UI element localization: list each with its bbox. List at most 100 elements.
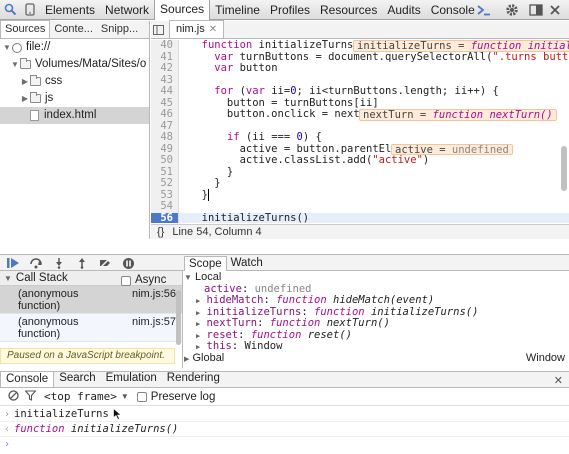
preserve-log-checkbox[interactable]: [136, 391, 147, 402]
expanded-triangle-icon[interactable]: ▼: [4, 271, 12, 285]
scope-variables: ▼ Local active: undefined ▶ hideMatch: f…: [184, 271, 569, 365]
step-into-icon[interactable]: [49, 255, 69, 271]
tab-watch[interactable]: Watch: [227, 256, 267, 271]
code-line: 50 active.classList.add("active"): [151, 154, 569, 167]
tree-item-css-folder[interactable]: ▶ css: [0, 73, 149, 90]
nav-tab-content-scripts[interactable]: Conte...: [50, 21, 97, 38]
scope-property[interactable]: ▶ nextTurn: function nextTurn(): [184, 317, 569, 330]
clear-console-icon[interactable]: [8, 389, 19, 404]
mouse-cursor-icon: [113, 408, 122, 420]
device-mode-icon[interactable]: [20, 0, 40, 20]
collapsed-triangle-icon[interactable]: ▶: [20, 90, 30, 107]
scope-global-header[interactable]: ▶ Global Window: [184, 351, 569, 365]
console-drawer-icon[interactable]: [476, 0, 492, 20]
console-input-text: initializeTurns: [14, 407, 109, 420]
step-over-icon[interactable]: [26, 255, 46, 271]
drawer-tab-emulation[interactable]: Emulation: [101, 371, 162, 387]
editor-file-tab-label: nim.js: [176, 23, 205, 35]
expanded-triangle-icon[interactable]: ▼: [184, 273, 192, 282]
drawer-tab-console[interactable]: Console: [0, 371, 55, 387]
current-execution-line: 56 initializeTurns(): [151, 212, 569, 223]
line-number[interactable]: 48: [151, 131, 179, 144]
console-output: › initializeTurns ‹ function initializeT…: [0, 407, 569, 454]
collapsed-triangle-icon[interactable]: ▶: [20, 73, 30, 90]
line-number[interactable]: 40: [151, 40, 179, 52]
nav-tab-snippets[interactable]: Snipp...: [97, 21, 142, 38]
call-stack-pane: ▼ Call Stack Async (anonymous function) …: [0, 271, 183, 368]
scope-global-value: Window: [525, 351, 565, 364]
collapsed-triangle-icon[interactable]: ▶: [184, 356, 189, 363]
toggle-navigator-icon[interactable]: [151, 21, 165, 38]
drawer-tab-rendering[interactable]: Rendering: [162, 371, 225, 387]
deactivate-breakpoints-icon[interactable]: [95, 255, 115, 271]
console-prompt-line[interactable]: ›: [0, 437, 569, 452]
nav-tab-sources[interactable]: Sources: [0, 20, 51, 38]
editor-file-tab[interactable]: nim.js ✕: [169, 20, 225, 38]
frame-name-cont: function): [18, 300, 61, 312]
input-echo-icon: ›: [3, 408, 11, 420]
async-checkbox[interactable]: [121, 275, 131, 286]
expanded-triangle-icon[interactable]: ▼: [10, 56, 20, 73]
expanded-triangle-icon[interactable]: ▼: [2, 39, 12, 56]
tab-elements[interactable]: Elements: [40, 0, 100, 20]
chevron-down-icon[interactable]: ▼: [121, 392, 129, 401]
call-frame[interactable]: (anonymous function) nim.js:57: [0, 314, 182, 342]
dock-side-icon[interactable]: [529, 0, 543, 20]
tree-item-volumes-folder[interactable]: ▼ Volumes/Mata/Sites/o: [0, 56, 149, 73]
frame-location[interactable]: nim.js:56: [132, 288, 176, 300]
settings-gear-icon[interactable]: [505, 0, 519, 20]
tab-resources[interactable]: Resources: [315, 0, 382, 20]
folder-icon: [30, 75, 41, 86]
tab-console[interactable]: Console: [426, 0, 480, 20]
pause-on-exceptions-icon[interactable]: [118, 255, 138, 271]
close-drawer-icon[interactable]: ✕: [554, 374, 563, 387]
tree-item-label: css: [45, 75, 63, 87]
code-line: 54: [151, 200, 569, 213]
line-number[interactable]: 44: [151, 85, 179, 98]
result-text: initializeTurns(): [64, 422, 179, 435]
tree-item-label: index.html: [44, 109, 97, 121]
scope-pane: Scope Watch ▼ Local active: undefined ▶ …: [184, 254, 569, 368]
inline-value-hint: nextTurn = function nextTurn(): [359, 109, 557, 121]
tab-sources[interactable]: Sources: [154, 0, 211, 20]
inspect-search-icon[interactable]: [0, 0, 20, 20]
line-number[interactable]: 42: [151, 62, 179, 75]
line-number[interactable]: 54: [151, 200, 179, 213]
call-stack-header[interactable]: ▼ Call Stack Async: [0, 271, 182, 286]
code-line: 46 button.onclick = nextTurn nextTurn = …: [151, 108, 569, 121]
drawer-tab-search[interactable]: Search: [54, 371, 100, 387]
close-tab-icon[interactable]: ✕: [209, 24, 217, 35]
result-keyword: function: [14, 422, 65, 435]
tree-item-js-folder[interactable]: ▶ js: [0, 90, 149, 107]
main-toolbar: Elements Network Sources Timeline Profil…: [0, 0, 569, 20]
line-number[interactable]: 52: [151, 177, 179, 190]
call-frame[interactable]: (anonymous function) nim.js:56: [0, 286, 182, 314]
scope-property[interactable]: ▶ this: Window: [184, 340, 569, 353]
line-number[interactable]: 50: [151, 154, 179, 167]
file-tree: ▼ file:// ▼ Volumes/Mata/Sites/o ▶ css ▶…: [0, 39, 149, 124]
tab-audits[interactable]: Audits: [382, 0, 425, 20]
tab-scope[interactable]: Scope: [184, 256, 227, 271]
filter-icon[interactable]: [24, 389, 37, 404]
tree-item-origin[interactable]: ▼ file://: [0, 39, 149, 56]
frame-select[interactable]: <top frame>: [44, 390, 117, 403]
code-line: 48 if (ii === 0) {: [151, 131, 569, 144]
pretty-print-icon[interactable]: {}: [157, 225, 164, 239]
tab-profiles[interactable]: Profiles: [265, 0, 315, 20]
close-devtools-icon[interactable]: [550, 0, 560, 20]
tab-network[interactable]: Network: [100, 0, 154, 20]
tree-item-label: file://: [26, 41, 51, 53]
code-line: 42 var button: [151, 62, 569, 75]
line-number-breakpoint[interactable]: 56: [151, 212, 179, 223]
tree-item-index-html[interactable]: index.html: [0, 107, 149, 124]
tab-timeline[interactable]: Timeline: [210, 0, 265, 20]
code-line: 44 for (var ii=0; ii<turnButtons.length;…: [151, 85, 569, 98]
frame-location[interactable]: nim.js:57: [132, 316, 176, 328]
step-out-icon[interactable]: [72, 255, 92, 271]
call-stack-scrollbar[interactable]: [176, 290, 181, 345]
editor-scrollbar[interactable]: [561, 146, 567, 191]
line-number[interactable]: 46: [151, 108, 179, 121]
code-area[interactable]: 40 function initializeTurns() { initiali…: [151, 40, 569, 223]
resume-icon[interactable]: [3, 255, 23, 271]
frame-name-cont: function): [18, 328, 61, 340]
